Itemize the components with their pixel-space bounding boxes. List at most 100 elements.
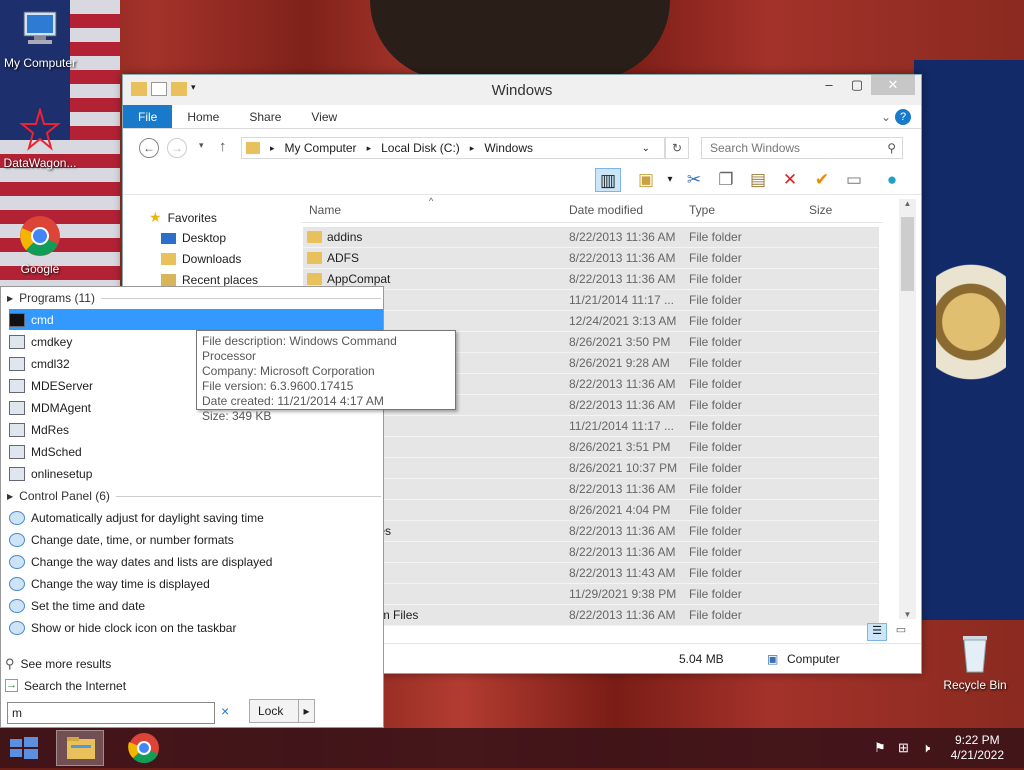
preview-pane-icon[interactable]: ▥ [595,168,621,192]
desktop-icon-recycle-bin[interactable]: Recycle Bin [935,630,1015,692]
divider [115,495,381,497]
desktop-icon-datawagon[interactable]: DataWagon... [0,106,80,170]
program-result-mdsched[interactable]: MdSched [9,441,383,462]
scrollbar-thumb[interactable] [901,217,914,291]
status-size: 5.04 MB [679,652,724,666]
file-date-modified: 8/22/2013 11:36 AM [569,545,676,559]
mdsched-icon [9,444,25,459]
desktop-icon-google[interactable]: Google [0,214,80,276]
control-panel-result[interactable]: Change date, time, or number formats [9,529,383,550]
breadcrumb-local-disk[interactable]: Local Disk (C:) [381,141,460,155]
checkmark-icon[interactable]: ✔ [809,168,835,192]
table-row[interactable]: s8/22/2013 11:36 AMFile folder [303,542,879,563]
file-date-modified: 11/21/2014 11:17 ... [569,293,674,307]
start-search-input[interactable]: m [7,702,215,724]
table-row[interactable]: er8/22/2013 11:43 AMFile folder [303,563,879,584]
table-row[interactable]: ed Program Files8/22/2013 11:36 AMFile f… [303,605,879,626]
rename-icon[interactable]: ▭ [841,168,867,192]
details-view-icon[interactable]: ☰ [867,623,887,641]
lock-button[interactable]: Lock ▸ [249,699,315,723]
nav-recent-places[interactable]: Recent places [161,273,258,287]
control-panel-result[interactable]: Show or hide clock icon on the taskbar [9,617,383,638]
nav-desktop[interactable]: Desktop [161,231,226,245]
table-row[interactable]: 11/29/2021 9:38 PM File folder [303,584,879,605]
see-more-results-link[interactable]: ⚲ See more results [5,653,379,674]
table-row[interactable]: 8/22/2013 11:36 AM File folder [303,479,879,500]
cut-icon[interactable]: ✂ [681,168,707,192]
search-icon: ⚲ [5,655,15,671]
desktop-icon-label: Recycle Bin [943,678,1007,692]
address-bar[interactable]: ▸ My Computer ▸ Local Disk (C:) ▸ Window… [241,137,665,159]
back-arrow-icon[interactable]: ← [139,138,159,158]
up-arrow-icon[interactable]: ↑ [219,138,227,155]
taskbar-chrome[interactable] [120,730,168,766]
file-date-modified: 12/24/2021 3:13 AM [569,314,677,328]
tab-home[interactable]: Home [172,105,234,128]
column-name[interactable]: Name [309,203,341,217]
control-panel-group-header[interactable]: ▶ Control Panel (6) [7,489,381,503]
tab-view[interactable]: View [296,105,352,128]
action-center-flag-icon[interactable]: ⚑ [874,740,886,756]
tab-file[interactable]: File [123,105,173,128]
table-row[interactable]: eResources8/22/2013 11:36 AMFile folder [303,521,879,542]
settings-icon [9,620,25,635]
chevron-right-icon[interactable]: ▸ [298,700,314,722]
control-panel-result[interactable]: Change the way time is displayed [9,573,383,594]
table-row[interactable]: 8/26/2021 10:37 PM File folder [303,458,879,479]
breadcrumb-windows[interactable]: Windows [484,141,533,155]
vertical-scrollbar[interactable]: ▲ ▼ [899,199,916,619]
delete-icon[interactable]: ✕ [777,168,803,192]
scroll-up-icon[interactable]: ▲ [899,199,916,208]
table-row[interactable]: addins 8/22/2013 11:36 AM File folder [303,227,879,248]
settings-icon [9,576,25,591]
search-internet-link[interactable]: → Search the Internet [5,675,379,696]
file-date-modified: 8/26/2021 4:04 PM [569,503,671,517]
start-button[interactable] [0,730,48,766]
chevron-down-icon[interactable]: ⌄ [881,105,891,129]
table-row[interactable]: ADFS 8/22/2013 11:36 AM File folder [303,248,879,269]
file-name: addins [327,230,363,244]
scroll-down-icon[interactable]: ▼ [899,610,916,619]
paste-icon[interactable]: ▤ [745,168,771,192]
table-row[interactable]: AppCompat 8/22/2013 11:36 AM File folder [303,269,879,290]
programs-group-header[interactable]: ▶ Programs (11) [7,291,381,305]
taskbar-clock[interactable]: 9:22 PM 4/21/2022 [951,733,1004,763]
maximize-button[interactable]: ▢ [843,75,871,95]
refresh-icon[interactable]: ↻ [665,137,689,159]
large-icons-view-icon[interactable]: ▭ [891,623,911,641]
search-input[interactable]: Search Windows ⚲ [701,137,903,159]
file-date-modified: 8/22/2013 11:36 AM [569,377,676,391]
minimize-button[interactable]: – [815,75,843,95]
desktop-icon-my-computer[interactable]: My Computer [0,8,80,70]
chevron-down-icon[interactable]: ▾ [657,168,683,192]
column-size[interactable]: Size [809,203,832,217]
program-result-cmd[interactable]: cmd [9,309,383,330]
forward-arrow-icon[interactable]: → [167,138,187,158]
help-icon[interactable]: ? [895,109,911,125]
table-row[interactable]: 8/26/2021 4:04 PM File folder [303,500,879,521]
chevron-down-icon[interactable]: ⌄ [642,143,650,154]
taskbar-file-explorer[interactable] [56,730,104,766]
control-panel-result[interactable]: Automatically adjust for daylight saving… [9,507,383,528]
control-panel-result[interactable]: Set the time and date [9,595,383,616]
copy-icon[interactable]: ❐ [713,168,739,192]
control-panel-result[interactable]: Change the way dates and lists are displ… [9,551,383,572]
breadcrumb-my-computer[interactable]: My Computer [285,141,357,155]
nav-favorites[interactable]: ★ Favorites [149,209,217,226]
program-result-onlinesetup[interactable]: onlinesetup [9,463,383,484]
table-row[interactable]: 11/21/2014 11:17 ... File folder [303,290,879,311]
clear-search-icon[interactable]: × [221,703,229,719]
chevron-down-icon[interactable]: ▾ [199,140,204,151]
table-row[interactable]: ness12/24/2021 3:13 AMFile folder [303,311,879,332]
close-button[interactable]: ✕ [871,75,915,95]
table-row[interactable]: 8/26/2021 3:51 PM File folder [303,437,879,458]
nav-downloads[interactable]: Downloads [161,252,241,266]
tab-share[interactable]: Share [234,105,296,128]
program-label: cmd [31,312,54,327]
column-type[interactable]: Type [689,203,715,217]
globe-icon[interactable]: ● [879,168,905,192]
network-icon[interactable]: ⊞ [898,740,909,756]
column-date-modified[interactable]: Date modified [569,203,643,217]
volume-muted-icon[interactable]: 🕨 [922,740,930,756]
folder-check-icon[interactable]: ▣ [633,168,659,192]
